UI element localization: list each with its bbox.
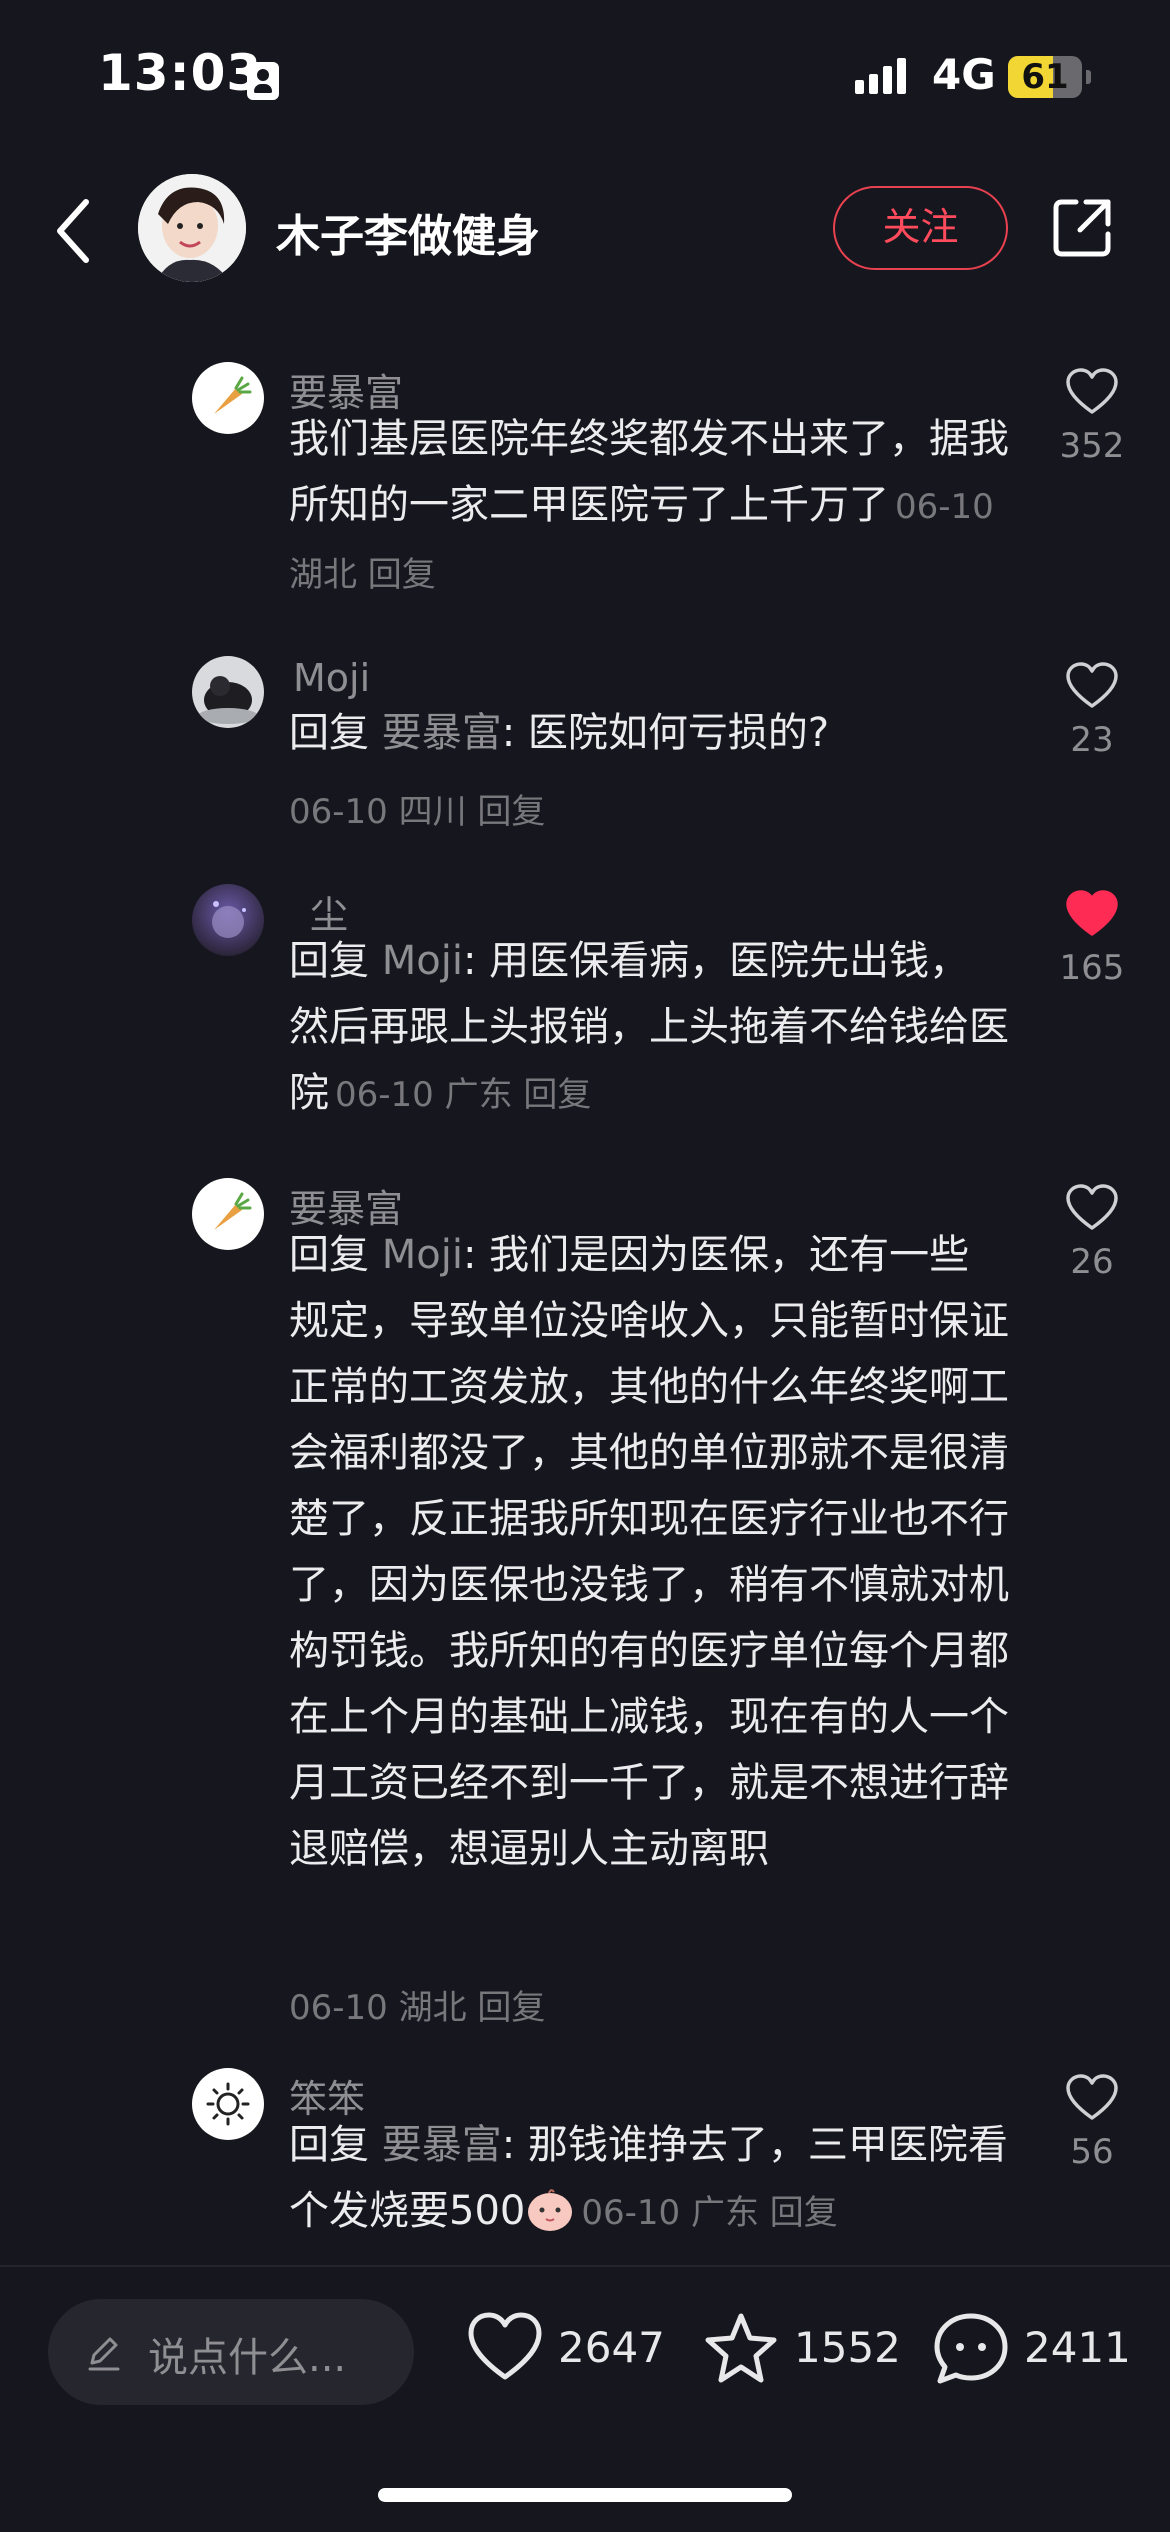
reply-to-name[interactable]: Moji (382, 1232, 463, 1278)
comment-text: 我们基层医院年终奖都发不出来了，据我所知的一家二甲医院亏了上千万了 06-10 湖… (289, 406, 1009, 608)
comment-meta[interactable]: 06-10 湖北 回复 (289, 1980, 545, 2029)
heart-filled-icon (1066, 890, 1118, 936)
reply-to-name[interactable]: Moji (382, 938, 463, 984)
star-icon (705, 2313, 777, 2383)
contact-card-icon (247, 62, 279, 100)
share-icon[interactable] (1050, 196, 1114, 260)
commenter-avatar[interactable] (192, 884, 264, 956)
comment-bubble-icon (934, 2313, 1008, 2384)
comment-text: 回复 要暴富: 医院如何亏损的? (289, 700, 1009, 766)
back-icon[interactable] (50, 196, 100, 266)
like-count: 56 (1070, 2132, 1114, 2172)
author-avatar[interactable] (138, 174, 246, 282)
status-bar: 13:03 4G 61 (0, 0, 1170, 150)
comment-text: 回复 Moji: 用医保看病，医院先出钱，然后再跟上头报销，上头拖着不给钱给医院… (289, 928, 1009, 1128)
pencil-icon (84, 2333, 124, 2373)
reply-to-name[interactable]: 要暴富 (382, 2122, 502, 2168)
comments-button[interactable]: 2411 (932, 2305, 1142, 2395)
like-video-button[interactable]: 2647 (466, 2305, 666, 2395)
heart-icon (1066, 368, 1118, 414)
battery-icon: 61 (1008, 56, 1082, 98)
author-name[interactable]: 木子李做健身 (276, 200, 540, 264)
comment-text: 回复 Moji: 我们是因为医保，还有一些规定，导致单位没啥收入，只能暂时保证正… (289, 1222, 1009, 1882)
battery-level: 61 (1021, 57, 1069, 97)
favorite-button[interactable]: 1552 (702, 2305, 902, 2395)
comment-meta[interactable]: 06-10 广东 回复 (581, 2193, 837, 2233)
like-button[interactable]: 56 (1050, 2074, 1134, 2172)
comment-list[interactable]: 要暴富 我们基层医院年终奖都发不出来了，据我所知的一家二甲医院亏了上千万了 06-… (0, 340, 1170, 2265)
like-count: 26 (1070, 1242, 1114, 1282)
commenter-avatar[interactable] (192, 656, 264, 728)
battery-tip (1086, 70, 1091, 84)
reply-to-name[interactable]: 要暴富 (382, 710, 502, 756)
follow-button[interactable]: 关注 (833, 186, 1008, 270)
network-type: 4G (932, 50, 996, 99)
comment-body: : 我们是因为医保，还有一些规定，导致单位没啥收入，只能暂时保证正常的工资发放，… (289, 1232, 1009, 1872)
commenter-avatar[interactable] (192, 362, 264, 434)
status-time: 13:03 (98, 44, 263, 102)
comment-body: : 医院如何亏损的? (501, 710, 830, 756)
baby-emoji-icon (525, 2186, 575, 2232)
like-button[interactable]: 23 (1050, 662, 1134, 760)
favorite-count: 1552 (794, 2323, 901, 2372)
like-button[interactable]: 26 (1050, 1184, 1134, 1282)
video-like-count: 2647 (558, 2323, 665, 2372)
heart-icon (1066, 1184, 1118, 1230)
commenter-avatar[interactable] (192, 2068, 264, 2140)
like-count: 165 (1059, 948, 1125, 988)
commenter-name[interactable]: Moji (293, 656, 370, 700)
reply-prefix: 回复 (289, 2122, 382, 2168)
screen: 13:03 4G 61 木子李做健身 关注 要暴富 我们基层医院年终奖都发不出来… (0, 0, 1170, 2532)
like-count: 352 (1059, 426, 1125, 466)
commenter-avatar[interactable] (192, 1178, 264, 1250)
comment-input[interactable]: 说点什么... (48, 2299, 414, 2405)
like-count: 23 (1070, 720, 1114, 760)
heart-icon (1066, 662, 1118, 708)
heart-icon (468, 2312, 542, 2380)
comment-meta[interactable]: 06-10 广东 回复 (335, 1075, 591, 1115)
input-placeholder: 说点什么... (148, 2335, 347, 2381)
reply-prefix: 回复 (289, 938, 382, 984)
home-indicator[interactable] (378, 2488, 792, 2502)
comment-meta[interactable]: 06-10 四川 回复 (289, 784, 545, 833)
reply-prefix: 回复 (289, 710, 382, 756)
heart-icon (1066, 2074, 1118, 2120)
like-button[interactable]: 165 (1050, 890, 1134, 988)
like-button[interactable]: 352 (1050, 368, 1134, 466)
reply-prefix: 回复 (289, 1232, 382, 1278)
comment-count: 2411 (1024, 2323, 1131, 2372)
header: 木子李做健身 关注 (0, 170, 1170, 290)
comment-text: 回复 要暴富: 那钱谁挣去了，三甲医院看个发烧要500 06-10 广东 回复 (289, 2112, 1009, 2246)
signal-icon (855, 58, 919, 98)
